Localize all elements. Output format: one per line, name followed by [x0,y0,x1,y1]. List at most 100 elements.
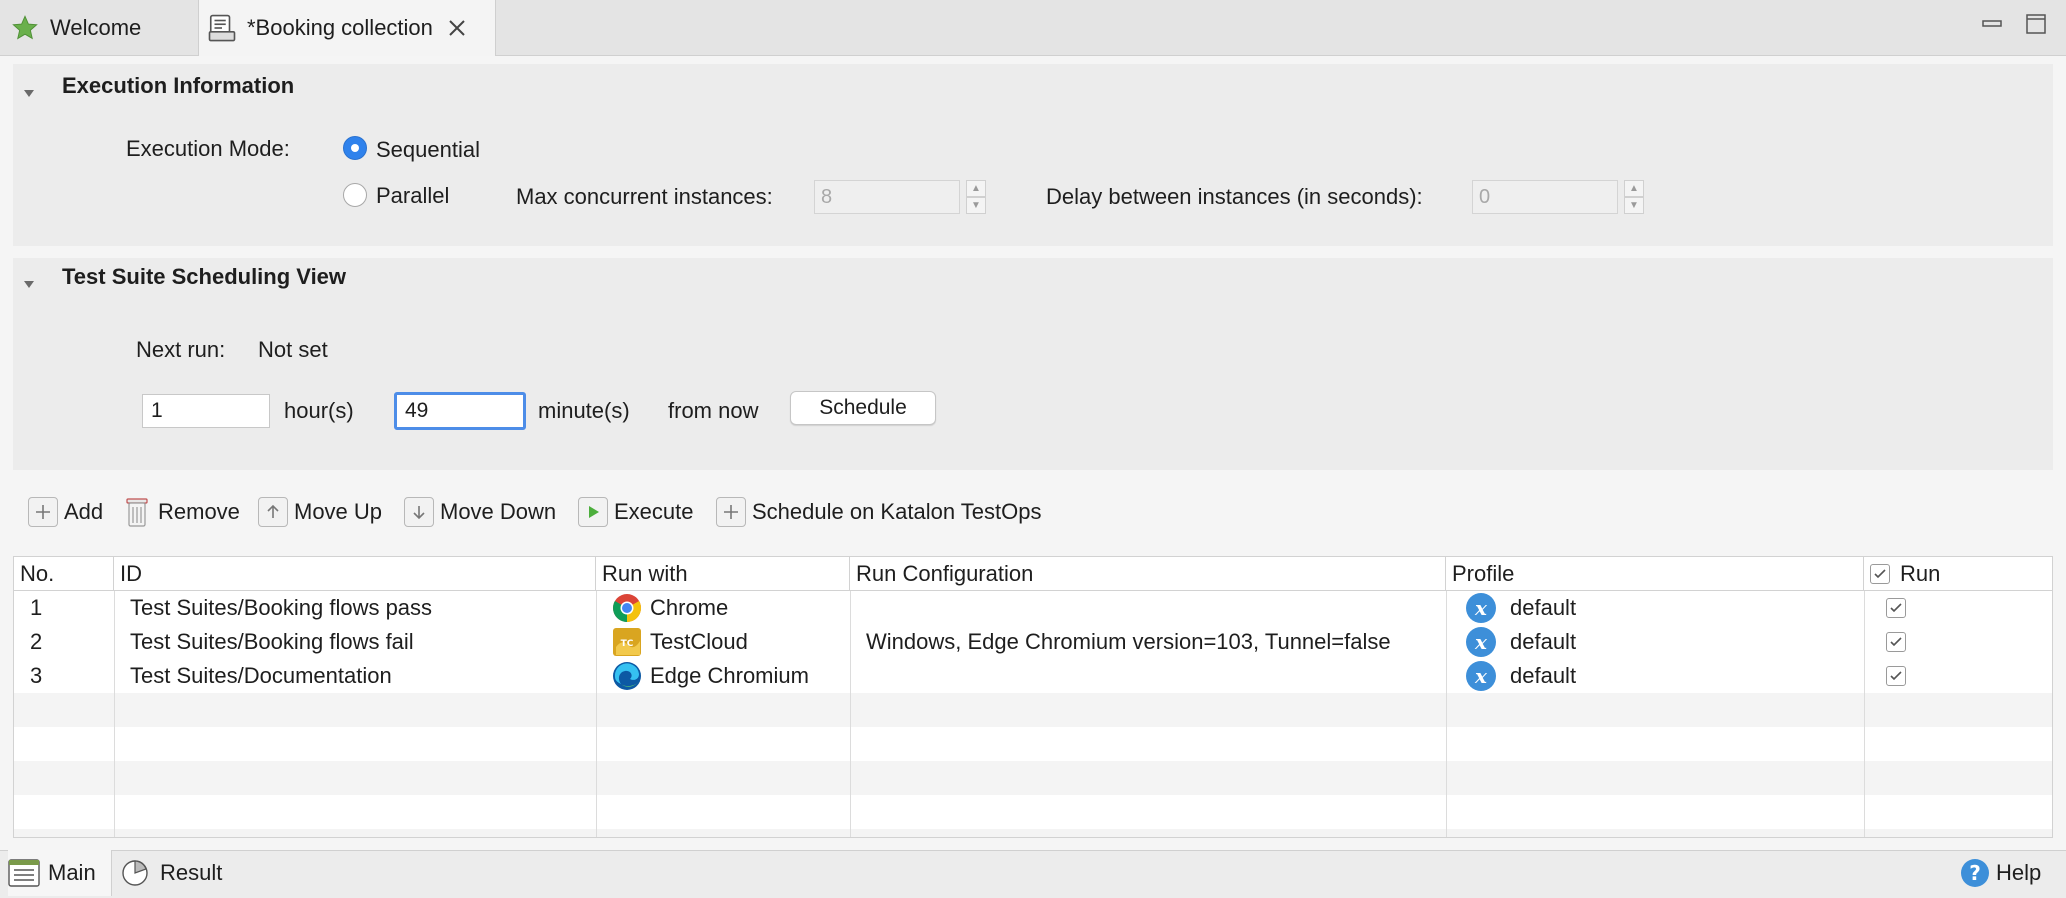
execution-information-title: Execution Information [62,73,295,98]
profile-x-icon: x [1466,627,1496,657]
row-id: Test Suites/Documentation [130,663,392,688]
move-up-button[interactable]: Move Up [258,494,382,530]
help-button[interactable]: ? Help [1960,850,2041,896]
column-divider [1864,591,1865,837]
max-concurrent-input[interactable]: 8 [814,180,960,214]
help-icon: ? [1960,858,1990,888]
execution-information-section [13,64,2053,246]
minimize-icon[interactable] [1980,12,2004,36]
table-row[interactable]: 2 Test Suites/Booking flows fail TC Test… [14,625,2052,659]
profile-cell[interactable]: x default [1466,659,1576,693]
run-with-cell[interactable]: TC TestCloud [612,625,748,659]
column-header-run-configuration[interactable]: Run Configuration [850,557,1446,591]
stepper-up-icon[interactable]: ▲ [966,180,986,197]
edge-icon [612,661,642,691]
list-icon [8,859,40,887]
profile-label: default [1510,629,1577,654]
empty-row [14,829,2052,837]
help-label: Help [1996,860,2042,885]
maximize-icon[interactable] [2024,12,2048,36]
row-number: 1 [30,595,43,620]
stepper-up-icon[interactable]: ▲ [1624,180,1644,197]
move-down-label: Move Down [440,499,557,524]
select-all-checkbox[interactable] [1870,564,1890,584]
sequential-radio[interactable] [343,136,367,160]
empty-row [14,693,2052,727]
minutes-label: minute(s) [538,398,630,423]
test-suites-table: No. ID Run with Run Configuration Profil… [13,556,2053,838]
chrome-icon [612,593,642,623]
trash-icon [124,496,150,528]
pie-chart-icon [120,858,150,888]
next-run-label: Next run: [136,337,226,362]
profile-x-icon: x [1466,661,1496,691]
tab-booking-collection[interactable]: *Booking collection [198,0,496,56]
profile-cell[interactable]: x default [1466,591,1576,625]
max-concurrent-stepper[interactable]: ▲ ▼ [966,180,986,214]
move-down-button[interactable]: Move Down [404,494,556,530]
execute-label: Execute [614,499,694,524]
empty-row [14,761,2052,795]
column-header-id[interactable]: ID [114,557,596,591]
tab-result[interactable]: Result [120,850,222,896]
max-concurrent-label: Max concurrent instances: [516,184,773,209]
run-with-label: Edge Chromium [650,663,809,688]
hours-label: hour(s) [284,398,354,423]
next-run-value: Not set [258,337,328,362]
play-icon [578,497,608,527]
close-tab-icon[interactable] [445,16,469,40]
run-checkbox[interactable] [1886,598,1906,618]
run-checkbox[interactable] [1886,666,1906,686]
execute-button[interactable]: Execute [578,494,694,530]
execution-mode-label: Execution Mode: [126,136,290,161]
run-with-cell[interactable]: Chrome [612,591,728,625]
profile-cell[interactable]: x default [1466,625,1576,659]
from-now-label: from now [668,398,759,423]
tab-main-label: Main [48,860,96,885]
profile-x-icon: x [1466,593,1496,623]
stepper-down-icon[interactable]: ▼ [1624,197,1644,214]
schedule-testops-button[interactable]: Schedule on Katalon TestOps [716,494,1041,530]
testcloud-icon: TC [612,627,642,657]
delay-input[interactable]: 0 [1472,180,1618,214]
column-header-no[interactable]: No. [14,557,114,591]
tab-main[interactable]: Main [8,850,112,896]
stepper-down-icon[interactable]: ▼ [966,197,986,214]
column-header-profile[interactable]: Profile [1446,557,1864,591]
column-divider [596,591,597,837]
table-row[interactable]: 1 Test Suites/Booking flows pass Chrome … [14,591,2052,625]
remove-button[interactable]: Remove [124,494,240,530]
tab-booking-label: *Booking collection [247,15,433,40]
plus-icon [716,497,746,527]
parallel-radio[interactable] [343,183,367,207]
column-header-run-with[interactable]: Run with [596,557,850,591]
table-header: No. ID Run with Run Configuration Profil… [14,557,2052,591]
run-checkbox[interactable] [1886,632,1906,652]
bottom-tab-bar [0,850,2066,898]
row-id: Test Suites/Booking flows pass [130,595,433,620]
profile-label: default [1510,595,1577,620]
column-divider [850,591,851,837]
run-checkbox-cell [1886,659,1906,693]
sequential-label: Sequential [376,137,480,162]
table-row[interactable]: 3 Test Suites/Documentation Edge Chromiu… [14,659,2052,693]
collapse-triangle-icon[interactable] [22,80,36,97]
run-with-cell[interactable]: Edge Chromium [612,659,809,693]
delay-stepper[interactable]: ▲ ▼ [1624,180,1644,214]
run-header-label: Run [1900,561,1941,586]
scheduling-title: Test Suite Scheduling View [62,264,347,289]
tab-welcome[interactable]: Welcome [0,0,196,56]
collapse-triangle-icon[interactable] [22,271,36,288]
empty-row [14,795,2052,829]
remove-label: Remove [158,499,240,524]
arrow-up-icon [258,497,288,527]
run-with-label: TestCloud [650,629,748,654]
add-button[interactable]: Add [28,494,103,530]
svg-text:TC: TC [621,639,634,649]
row-number: 3 [30,663,43,688]
column-header-run[interactable]: Run [1864,557,2052,591]
minutes-input[interactable]: 49 [394,392,526,430]
hours-input[interactable]: 1 [142,394,270,428]
test-suite-collection-icon [207,13,237,43]
schedule-button[interactable]: Schedule [790,391,936,425]
